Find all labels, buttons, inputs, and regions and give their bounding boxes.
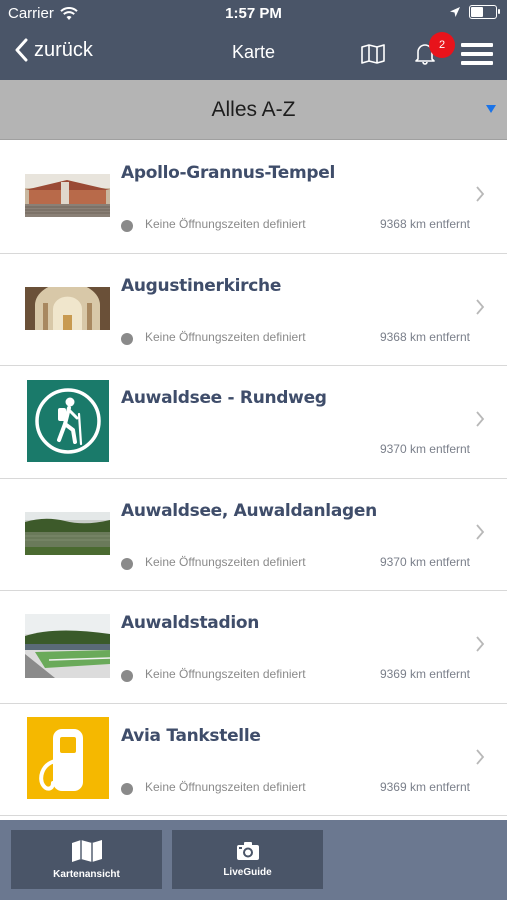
tab-label: Kartenansicht — [53, 869, 120, 880]
opening-hours: Keine Öffnungszeiten definiert — [145, 217, 306, 231]
list-item[interactable]: Augustinerkirche Keine Öffnungszeiten de… — [0, 254, 507, 366]
notifications-button[interactable]: 2 — [407, 32, 455, 72]
chevron-right-icon — [476, 411, 485, 427]
chevron-right-icon — [476, 298, 485, 315]
chevron-left-icon — [15, 38, 28, 62]
location-arrow-icon — [450, 7, 460, 17]
tab-liveguide[interactable]: LiveGuide — [172, 830, 323, 889]
distance: 9369 km entfernt — [379, 667, 470, 681]
filter-label: Alles A-Z — [211, 98, 296, 121]
status-right — [449, 5, 500, 19]
chevron-right-icon — [476, 186, 485, 202]
opening-hours: Keine Öffnungszeiten definiert — [145, 667, 306, 681]
battery-icon — [469, 5, 500, 19]
caret-down-icon — [486, 105, 496, 113]
back-label: zurück — [34, 38, 93, 61]
poi-list: Apollo-Grannus-Tempel Keine Öffnungszeit… — [0, 141, 507, 820]
distance: 9369 km entfernt — [379, 779, 470, 794]
status-dot — [121, 782, 133, 795]
thumbnail-stadium — [25, 603, 110, 688]
thumbnail-lake — [25, 491, 110, 576]
battery-level — [471, 7, 483, 17]
opening-hours: Keine Öffnungszeiten definiert — [145, 779, 306, 794]
chevron-right-icon — [476, 636, 485, 652]
nav-actions: 2 — [355, 32, 495, 72]
thumbnail-church-interior — [25, 266, 110, 351]
chevron-right-icon — [476, 523, 485, 540]
distance: 9370 km entfernt — [379, 442, 470, 456]
hiking-icon — [25, 378, 110, 463]
sort-filter-dropdown[interactable]: Alles A-Z — [0, 80, 507, 140]
navigation-bar: zurück Karte 2 — [0, 28, 507, 80]
map-icon — [71, 840, 102, 862]
distance: 9368 km entfernt — [379, 217, 470, 231]
item-title: Auwaldstadion — [121, 613, 260, 633]
tab-label: LiveGuide — [223, 867, 272, 878]
bottom-tab-bar: Kartenansicht LiveGuide — [0, 820, 507, 900]
fuel-pump-icon — [25, 716, 110, 801]
header: Carrier 1:57 PM zurück Karte 2 — [0, 0, 507, 80]
hamburger-menu-icon — [461, 43, 493, 65]
list-item[interactable]: Auwaldsee - Rundweg 9370 km entfernt — [0, 366, 507, 479]
list-item[interactable]: Apollo-Grannus-Tempel Keine Öffnungszeit… — [0, 141, 507, 254]
item-title: Auwaldsee, Auwaldanlagen — [121, 500, 377, 521]
chevron-right-icon — [476, 748, 485, 765]
status-dot — [121, 220, 133, 232]
list-item[interactable]: Auwaldstadion Keine Öffnungszeiten defin… — [0, 591, 507, 704]
distance: 9370 km entfernt — [379, 554, 470, 569]
status-dot — [121, 557, 133, 570]
status-dot — [121, 332, 133, 345]
list-item[interactable]: Auwaldsee, Auwaldanlagen Keine Öffnungsz… — [0, 479, 507, 591]
distance: 9368 km entfernt — [379, 329, 470, 344]
notification-badge: 2 — [429, 32, 455, 58]
item-title: Auwaldsee - Rundweg — [121, 388, 327, 408]
clock: 1:57 PM — [225, 5, 282, 22]
list-item[interactable]: Avia Tankstelle Keine Öffnungszeiten def… — [0, 704, 507, 816]
camera-icon — [236, 842, 259, 860]
status-bar: Carrier 1:57 PM — [0, 0, 507, 28]
opening-hours: Keine Öffnungszeiten definiert — [145, 554, 306, 569]
map-icon — [361, 44, 385, 64]
back-button[interactable]: zurück — [14, 38, 93, 62]
item-title: Augustinerkirche — [121, 275, 282, 296]
item-title: Apollo-Grannus-Tempel — [121, 163, 335, 183]
status-dot — [121, 670, 133, 682]
menu-button[interactable] — [459, 36, 495, 72]
opening-hours: Keine Öffnungszeiten definiert — [145, 329, 306, 344]
item-title: Avia Tankstelle — [121, 725, 261, 746]
tab-kartenansicht[interactable]: Kartenansicht — [11, 830, 162, 889]
thumbnail-temple-ruins — [25, 153, 110, 238]
map-button[interactable] — [355, 36, 391, 72]
